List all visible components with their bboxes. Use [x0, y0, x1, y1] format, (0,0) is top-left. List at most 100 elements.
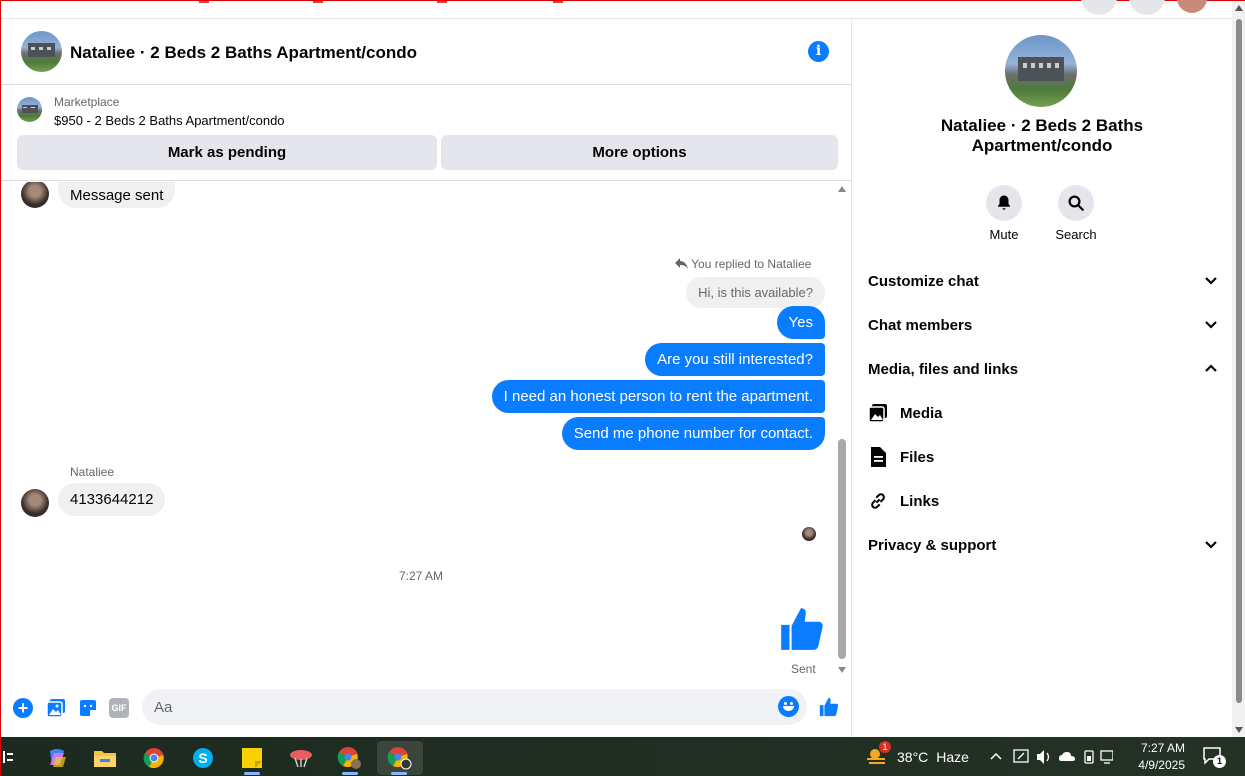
composer: + GIF: [1, 685, 851, 731]
message-bubble-outgoing[interactable]: Yes: [776, 306, 825, 339]
marketplace-bar: Marketplace $950 - 2 Beds 2 Baths Apartm…: [1, 86, 851, 181]
sender-avatar[interactable]: [21, 182, 49, 208]
marketplace-listing-thumbnail[interactable]: [17, 97, 42, 122]
page-scrollbar[interactable]: [1232, 1, 1245, 737]
weather-widget[interactable]: 1 38°C Haze: [865, 741, 969, 767]
haze-icon: 1: [865, 741, 891, 767]
like-icon[interactable]: [818, 696, 840, 723]
files-label: Files: [900, 448, 935, 466]
file-explorer-icon[interactable]: [83, 741, 127, 775]
privacy-support-section[interactable]: Privacy & support: [868, 533, 1218, 557]
chat-header: Nataliee · 2 Beds 2 Baths Apartment/cond…: [1, 19, 851, 85]
weather-condition: Haze: [936, 749, 969, 765]
sent-status: Sent: [791, 662, 816, 676]
info-icon[interactable]: i: [808, 41, 829, 62]
system-tray: [989, 747, 1114, 770]
media-item[interactable]: Media: [868, 401, 1218, 425]
chrome-active-icon[interactable]: [377, 741, 423, 775]
search-icon: [1058, 185, 1094, 221]
top-notifications-button[interactable]: [1129, 0, 1165, 15]
chrome-icon[interactable]: [132, 741, 176, 775]
message-bubble-incoming[interactable]: Message sent: [58, 182, 176, 208]
sticky-notes-icon[interactable]: [230, 741, 274, 775]
sticker-icon[interactable]: [78, 698, 98, 718]
listing-avatar-large[interactable]: [1005, 35, 1077, 107]
gif-icon[interactable]: GIF: [109, 698, 129, 718]
search-label: Search: [1055, 227, 1097, 242]
links-item[interactable]: Links: [868, 489, 1218, 513]
chrome-profile-icon[interactable]: [328, 741, 372, 775]
scroll-down-arrow[interactable]: [1235, 727, 1243, 733]
search-button[interactable]: Search: [1046, 185, 1106, 242]
bell-icon: [986, 185, 1022, 221]
marketplace-listing-title[interactable]: $950 - 2 Beds 2 Baths Apartment/condo: [54, 113, 285, 128]
scroll-thumb[interactable]: [1236, 19, 1242, 703]
plus-icon[interactable]: +: [13, 698, 33, 718]
message-bubble-outgoing[interactable]: Are you still interested?: [645, 343, 825, 376]
temperature: 38°C: [897, 749, 929, 765]
weather-alert-badge: 1: [879, 741, 891, 753]
message-bubble-incoming[interactable]: 4133644212: [58, 483, 166, 516]
top-menu-button[interactable]: [1081, 0, 1117, 15]
strip-dash: [437, 1, 447, 3]
reply-quote-bubble[interactable]: Hi, is this available?: [686, 277, 825, 308]
media-files-links-section[interactable]: Media, files and links: [868, 357, 1218, 381]
chat-title[interactable]: Nataliee · 2 Beds 2 Baths Apartment/cond…: [70, 43, 417, 63]
image-icon: [868, 403, 888, 423]
section-label: Chat members: [868, 316, 973, 334]
sender-avatar[interactable]: [21, 489, 49, 517]
media-label: Media: [900, 404, 943, 422]
chat-info-panel: Nataliee · 2 Beds 2 Baths Apartment/cond…: [852, 19, 1232, 737]
message-bubble-outgoing[interactable]: Send me phone number for contact.: [561, 417, 825, 450]
reply-icon: [675, 258, 688, 269]
app-icon[interactable]: [279, 741, 323, 775]
top-strip: [1, 0, 1232, 19]
chevron-up-icon: [1205, 364, 1217, 372]
section-label: Customize chat: [868, 272, 979, 290]
chevron-down-icon: [1205, 541, 1217, 549]
emoji-icon[interactable]: [778, 696, 799, 717]
strip-dash: [199, 1, 209, 3]
svg-text:S: S: [198, 750, 207, 766]
system-clock[interactable]: 7:27 AM 4/9/2025: [1129, 740, 1185, 774]
chat-members-section[interactable]: Chat members: [868, 313, 1218, 337]
mark-as-pending-button[interactable]: Mark as pending: [17, 135, 437, 170]
copilot-icon[interactable]: [35, 741, 79, 775]
message-scrollbar[interactable]: [835, 182, 849, 677]
section-label: Privacy & support: [868, 536, 997, 554]
notification-count: 1: [1213, 755, 1226, 768]
clock-time: 7:27 AM: [1140, 741, 1185, 755]
marketplace-label: Marketplace: [54, 95, 120, 109]
read-receipt-avatar: [802, 527, 816, 541]
message-input[interactable]: [142, 689, 807, 725]
sender-name: Nataliee: [70, 465, 115, 479]
strip-dash: [553, 1, 563, 3]
task-view-icon[interactable]: [3, 749, 13, 765]
clock-date: 4/9/2025: [1138, 758, 1185, 772]
strip-dash: [313, 1, 323, 3]
reply-context-text: You replied to Nataliee: [691, 257, 812, 271]
links-label: Links: [900, 492, 940, 510]
mute-button[interactable]: Mute: [974, 185, 1034, 242]
file-icon: [868, 447, 888, 467]
listing-avatar[interactable]: [21, 31, 62, 72]
chevron-down-icon: [1205, 277, 1217, 285]
chat-info-title: Nataliee · 2 Beds 2 Baths Apartment/cond…: [940, 116, 1144, 155]
scroll-up-arrow[interactable]: [838, 186, 846, 192]
more-options-button[interactable]: More options: [441, 135, 838, 170]
gallery-icon[interactable]: [46, 698, 66, 718]
chevron-down-icon: [1205, 321, 1217, 329]
notification-center-icon[interactable]: 1: [1203, 747, 1226, 768]
files-item[interactable]: Files: [868, 445, 1218, 469]
thumbs-up-icon[interactable]: [777, 604, 827, 654]
profile-avatar[interactable]: [1177, 0, 1207, 13]
skype-icon[interactable]: S: [181, 741, 225, 775]
scroll-up-arrow[interactable]: [1235, 5, 1243, 11]
customize-chat-section[interactable]: Customize chat: [868, 269, 1218, 293]
scroll-down-arrow[interactable]: [838, 667, 846, 673]
scroll-thumb[interactable]: [838, 439, 846, 659]
messenger-window: Nataliee · 2 Beds 2 Baths Apartment/cond…: [0, 0, 1245, 776]
message-bubble-outgoing[interactable]: I need an honest person to rent the apar…: [491, 380, 825, 413]
message-text: Message sent: [70, 187, 164, 204]
message-list[interactable]: Message sent You replied to Nataliee Hi,…: [1, 182, 835, 682]
